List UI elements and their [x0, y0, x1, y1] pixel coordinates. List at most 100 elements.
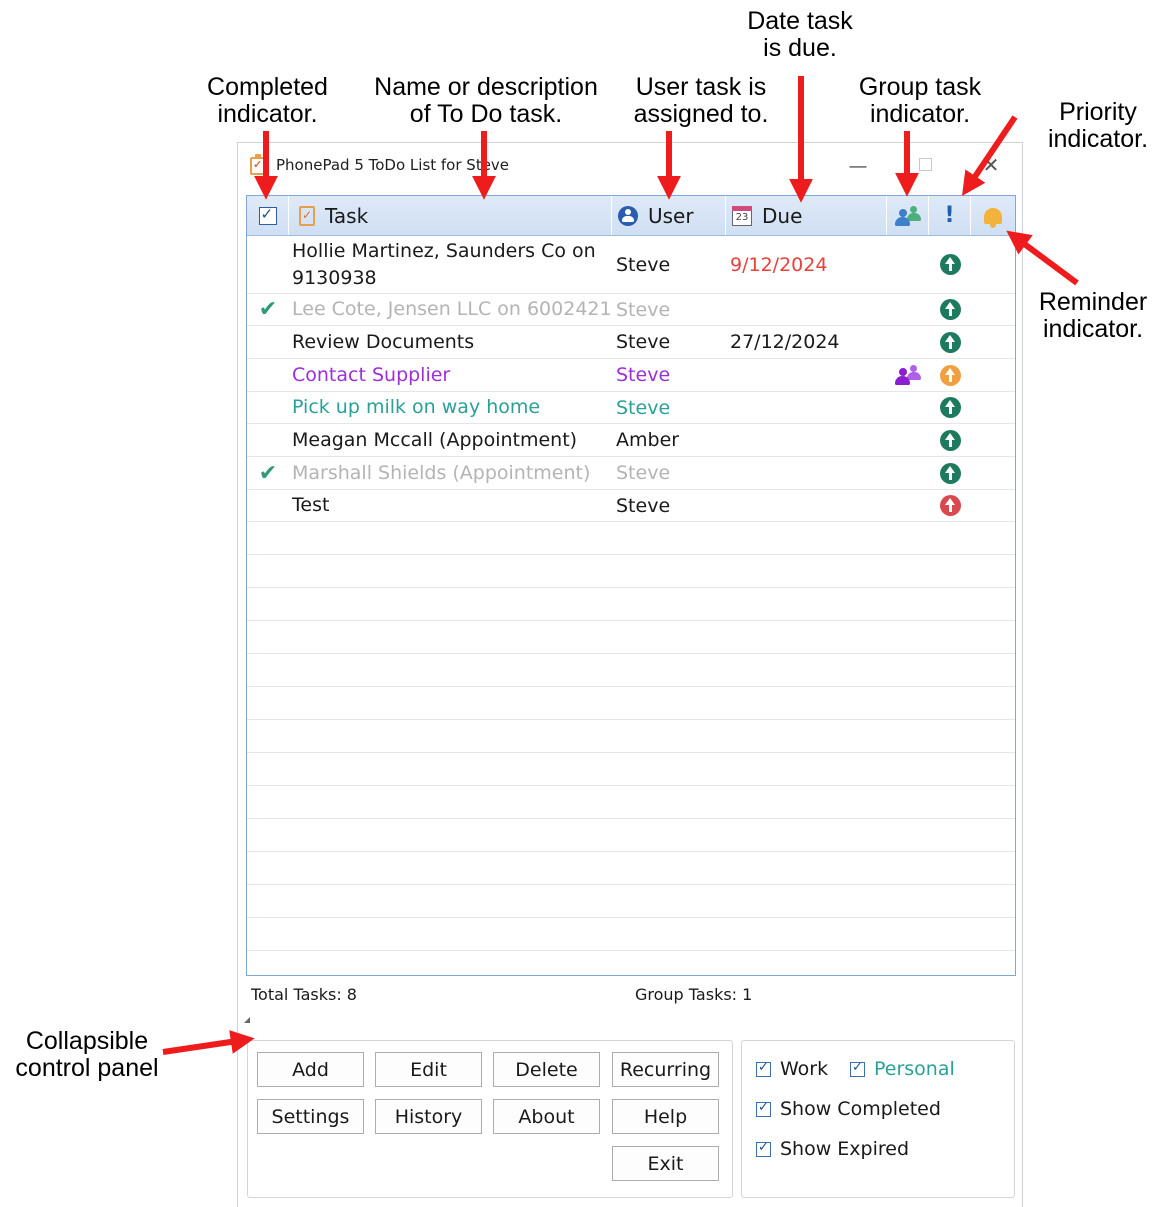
edit-button[interactable]: Edit	[375, 1052, 482, 1087]
show-completed-label: Show Completed	[780, 1098, 941, 1120]
history-button[interactable]: History	[375, 1099, 482, 1134]
priority-cell	[929, 490, 971, 521]
task-name: Marshall Shields (Appointment)	[292, 461, 591, 484]
annotation-group: Group task indicator.	[858, 73, 982, 128]
settings-button[interactable]: Settings	[257, 1099, 364, 1134]
recurring-button[interactable]: Recurring	[612, 1052, 719, 1087]
checkbox-checked-icon	[756, 1140, 771, 1157]
delete-button[interactable]: Delete	[493, 1052, 600, 1087]
task-user: Steve	[616, 298, 671, 321]
column-reminder[interactable]	[971, 196, 1015, 235]
window-title: PhonePad 5 ToDo List for Steve	[276, 156, 510, 174]
task-row[interactable]: Contact Supplier Steve	[247, 359, 1015, 392]
task-name: Pick up milk on way home	[292, 396, 541, 418]
task-name: Hollie Martinez, Saunders Co on 9130938	[292, 239, 596, 289]
task-row[interactable]: ✔ Marshall Shields (Appointment) Steve	[247, 457, 1015, 490]
arrow-reminder	[1006, 230, 1079, 286]
empty-row	[247, 720, 1015, 753]
user-icon	[618, 205, 638, 226]
column-due[interactable]: 23 Due	[726, 196, 887, 235]
calendar-icon: 23	[732, 205, 752, 226]
priority-up-arrow-icon	[939, 397, 961, 418]
empty-row	[247, 819, 1015, 852]
task-due	[730, 392, 890, 423]
group-cell	[887, 457, 929, 489]
add-button[interactable]: Add	[257, 1052, 364, 1087]
task-due: 9/12/2024	[730, 253, 828, 276]
empty-row	[247, 918, 1015, 951]
empty-row	[247, 885, 1015, 918]
exit-button[interactable]: Exit	[612, 1146, 719, 1181]
todo-window: PhonePad 5 ToDo List for Steve — ✕ Task …	[237, 142, 1023, 1207]
column-user-label: User	[648, 203, 694, 228]
priority-cell	[929, 457, 971, 489]
priority-up-arrow-icon	[939, 299, 961, 320]
column-priority[interactable]: !	[929, 196, 971, 235]
task-user: Steve	[616, 396, 671, 419]
checkmark-icon: ✔	[258, 460, 278, 486]
task-row[interactable]: Hollie Martinez, Saunders Co on 9130938 S…	[247, 236, 1015, 294]
completed-cell[interactable]: ✔	[247, 457, 289, 489]
work-label: Work	[780, 1058, 829, 1080]
annotation-reminder: Reminder indicator.	[1038, 288, 1148, 343]
group-tasks: Group Tasks: 1	[635, 985, 753, 1004]
priority-up-arrow-icon	[939, 462, 961, 484]
maximize-button[interactable]	[910, 151, 940, 181]
empty-row	[247, 687, 1015, 720]
task-due: 27/12/2024	[730, 331, 840, 353]
empty-row	[247, 951, 1015, 975]
work-checkbox[interactable]: Work	[756, 1058, 828, 1080]
completed-cell[interactable]	[247, 326, 289, 358]
task-row[interactable]: Test Steve	[247, 490, 1015, 522]
checkbox-icon	[258, 205, 277, 225]
priority-cell	[929, 236, 971, 293]
task-due	[730, 424, 890, 456]
priority-cell	[929, 294, 971, 325]
empty-row	[247, 522, 1015, 555]
task-row[interactable]: Meagan Mccall (Appointment) Amber	[247, 424, 1015, 457]
empty-row	[247, 588, 1015, 621]
empty-row	[247, 753, 1015, 786]
task-due	[730, 359, 890, 391]
annotation-task-name: Name or description of To Do task.	[374, 73, 598, 128]
button-panel: Add Edit Delete Recurring Settings Histo…	[247, 1040, 733, 1198]
task-row[interactable]: ✔ Lee Cote, Jensen LLC on 6002421 Steve	[247, 294, 1015, 326]
completed-cell[interactable]	[247, 424, 289, 456]
task-user: Steve	[616, 331, 671, 353]
priority-up-arrow-icon	[939, 364, 961, 386]
group-icon	[895, 365, 921, 385]
completed-cell[interactable]	[247, 236, 289, 293]
task-row[interactable]: Pick up milk on way home Steve	[247, 392, 1015, 424]
clipboard-check-icon	[250, 154, 265, 175]
checkbox-checked-icon	[756, 1100, 771, 1117]
empty-row	[247, 852, 1015, 885]
annotation-user: User task is assigned to.	[633, 73, 769, 128]
empty-row	[247, 555, 1015, 588]
column-group[interactable]	[887, 196, 929, 235]
about-button[interactable]: About	[493, 1099, 600, 1134]
empty-row	[247, 786, 1015, 819]
task-row[interactable]: Review Documents Steve 27/12/2024	[247, 326, 1015, 359]
column-completed[interactable]	[247, 196, 289, 235]
collapse-panel-toggle[interactable]	[244, 1017, 250, 1023]
close-button[interactable]: ✕	[976, 151, 1006, 181]
completed-cell[interactable]: ✔	[247, 294, 289, 325]
annotation-due: Date task is due.	[747, 7, 853, 62]
empty-row	[247, 621, 1015, 654]
show-expired-checkbox[interactable]: Show Expired	[756, 1138, 909, 1160]
completed-cell[interactable]	[247, 392, 289, 423]
help-button[interactable]: Help	[612, 1099, 719, 1134]
completed-cell[interactable]	[247, 359, 289, 391]
column-user[interactable]: User	[612, 196, 726, 235]
personal-checkbox[interactable]: Personal	[850, 1058, 955, 1080]
checkbox-checked-icon	[756, 1060, 771, 1077]
show-expired-label: Show Expired	[780, 1138, 910, 1160]
annotation-completed: Completed indicator.	[207, 73, 328, 128]
show-completed-checkbox[interactable]: Show Completed	[756, 1098, 941, 1120]
minimize-button[interactable]: —	[843, 151, 873, 181]
exclamation-icon: !	[944, 203, 955, 228]
column-task[interactable]: Task	[289, 196, 612, 235]
group-cell	[887, 424, 929, 456]
completed-cell[interactable]	[247, 490, 289, 521]
column-task-label: Task	[325, 203, 369, 228]
